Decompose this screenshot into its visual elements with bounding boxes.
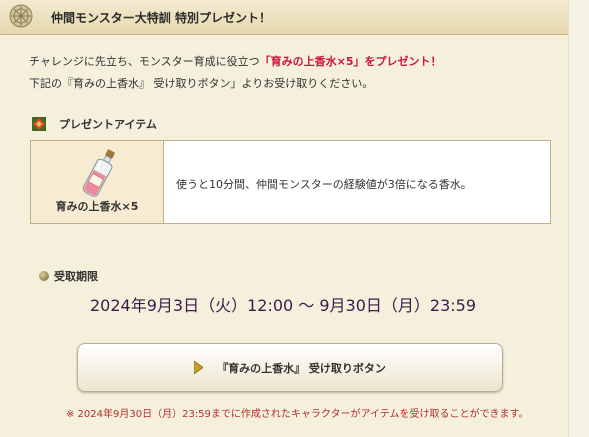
- item-description: 使うと10分間、仲間モンスターの経験値が3倍になる香水。: [176, 178, 472, 191]
- footnote: ※ 2024年9月30日（月）23:59までに作成されたキャラクターがアイテムを…: [66, 409, 529, 420]
- period-text: 2024年9月3日（火）12:00 〜 9月30日（月）23:59: [90, 296, 477, 315]
- item-name: 育みの上香水×5: [55, 200, 139, 213]
- present-section-heading: プレゼントアイテム: [32, 116, 157, 132]
- claim-button-label: 『育みの上香水』 受け取りボタン: [217, 361, 386, 375]
- page-title: 仲間モンスター大特訓 特別プレゼント！: [51, 11, 271, 25]
- section-label: プレゼントアイテム: [59, 118, 157, 131]
- period-label: 受取期限: [54, 270, 98, 283]
- claim-item-button[interactable]: 『育みの上香水』 受け取りボタン: [77, 343, 503, 392]
- present-item-table: 育みの上香水×5 使うと10分間、仲間モンスターの経験値が3倍になる香水。: [30, 140, 551, 224]
- compass-emblem-icon: [9, 4, 33, 28]
- play-arrow-icon: [194, 361, 204, 374]
- period-heading: 受取期限: [39, 268, 98, 284]
- intro-line-2: 下記の『育みの上香水』 受け取りボタン」よりお受け取りください。: [29, 77, 374, 90]
- item-cell: 育みの上香水×5: [31, 141, 164, 223]
- perfume-bottle-icon: [82, 149, 115, 197]
- diamond-bullet-icon: [32, 117, 46, 131]
- scrollbar-track[interactable]: [568, 0, 589, 437]
- intro-line-1: チャレンジに先立ち、モンスター育成に役立つ「育みの上香水×5」をプレゼント！: [29, 53, 442, 69]
- round-bullet-icon: [39, 271, 49, 281]
- page-header: 仲間モンスター大特訓 特別プレゼント！: [0, 0, 569, 35]
- intro-highlight: 「育みの上香水×5」をプレゼント！: [259, 55, 442, 68]
- intro-text: チャレンジに先立ち、モンスター育成に役立つ: [29, 55, 260, 68]
